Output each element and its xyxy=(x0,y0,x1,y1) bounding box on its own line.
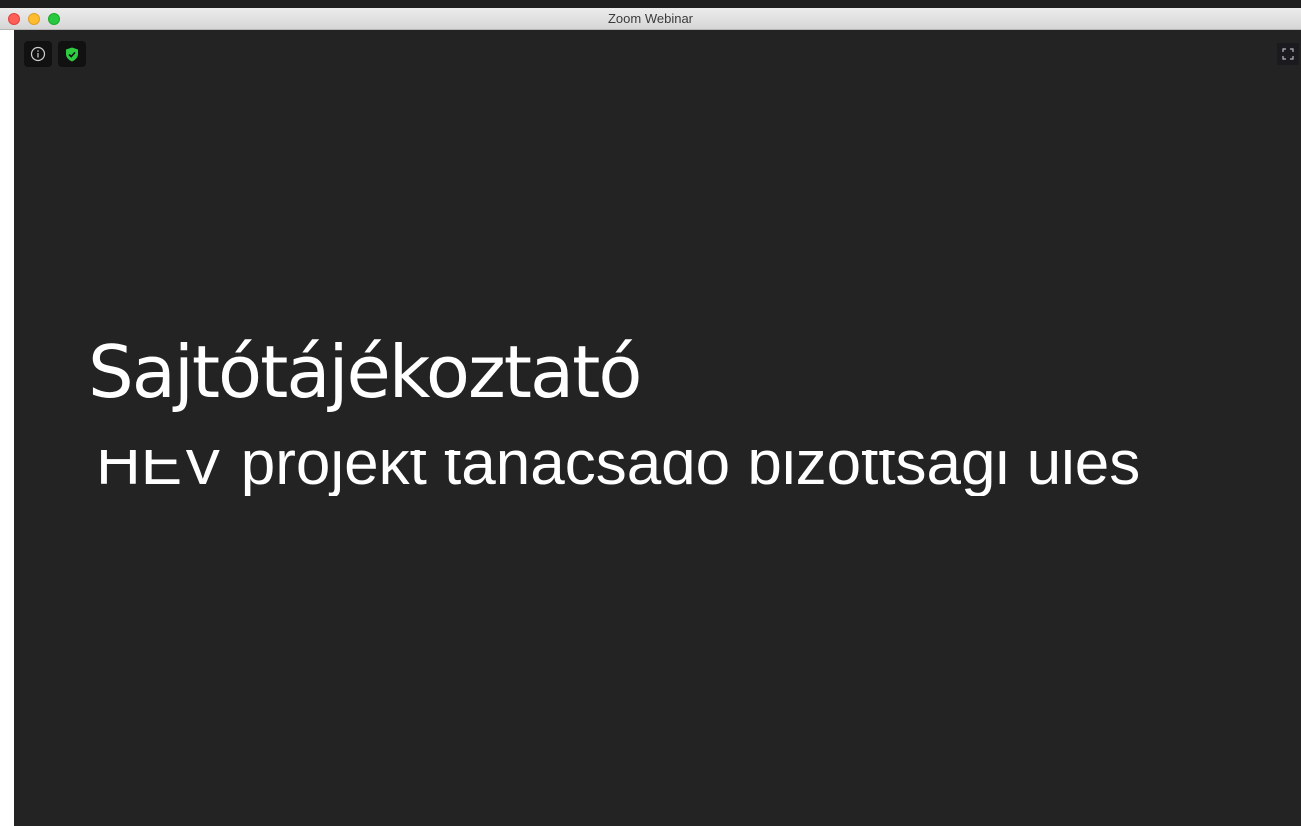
fullscreen-icon xyxy=(1282,48,1294,60)
fullscreen-button[interactable] xyxy=(1277,43,1299,65)
zoom-webinar-window: Zoom Webinar Sajtótájékoztató HÉV projek… xyxy=(0,8,1301,826)
shared-screen-area: Sajtótájékoztató HÉV projekt tanácsadó b… xyxy=(14,30,1301,826)
shield-check-icon xyxy=(66,47,78,61)
slide-title: Sajtótájékoztató xyxy=(88,330,642,414)
encryption-status-button[interactable] xyxy=(58,41,86,67)
meeting-info-button[interactable] xyxy=(24,41,52,67)
slide-subtitle: HÉV projekt tanácsadó bizottsági ülés xyxy=(96,450,1141,496)
left-edge-strip xyxy=(0,30,14,826)
window-title: Zoom Webinar xyxy=(607,11,693,26)
title-bar[interactable]: Zoom Webinar xyxy=(0,8,1301,30)
slide-subtitle-container: HÉV projekt tanácsadó bizottsági ülés xyxy=(96,450,1296,496)
info-icon xyxy=(30,46,46,62)
